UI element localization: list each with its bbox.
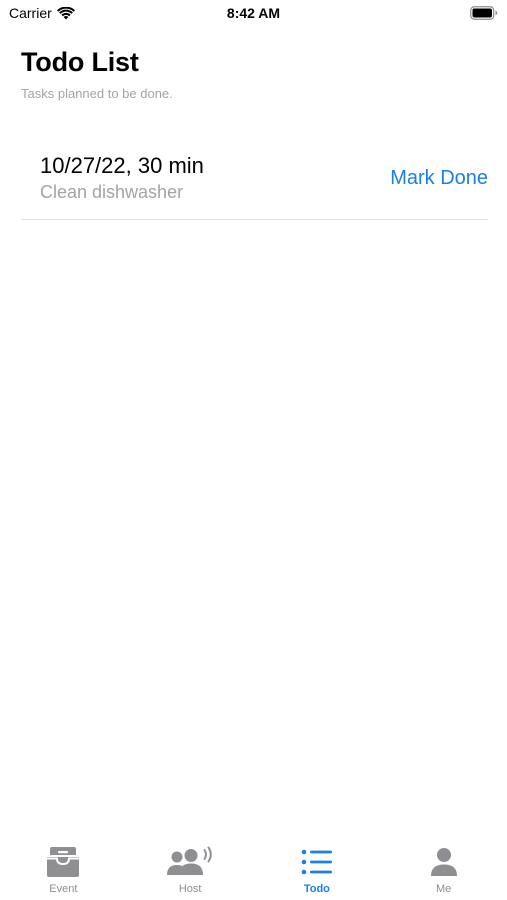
status-bar: Carrier 8:42 AM	[0, 0, 507, 28]
page-subtitle: Tasks planned to be done.	[21, 86, 173, 101]
tab-bar: Event Host Todo Me	[0, 836, 507, 900]
task-list: 10/27/22, 30 min Clean dishwasher Mark D…	[21, 138, 488, 220]
clock: 8:42 AM	[226, 5, 281, 21]
mark-done-button[interactable]: Mark Done	[390, 166, 488, 190]
person-icon	[430, 844, 458, 880]
battery-icon	[470, 6, 498, 20]
tab-me[interactable]: Me	[380, 836, 507, 900]
list-icon	[301, 844, 333, 880]
tab-host[interactable]: Host	[127, 836, 254, 900]
tray-icon	[46, 844, 80, 880]
task-row: 10/27/22, 30 min Clean dishwasher Mark D…	[21, 138, 488, 220]
task-date-duration: 10/27/22, 30 min	[40, 153, 204, 178]
task-description: Clean dishwasher	[40, 182, 184, 202]
tab-host-label: Host	[178, 883, 202, 895]
tab-todo-label: Todo	[303, 883, 330, 895]
tab-me-label: Me	[435, 883, 452, 895]
people-broadcast-icon	[166, 844, 214, 880]
todo-screen: Carrier 8:42 AM Todo List Tasks planned …	[0, 0, 507, 900]
page-title: Todo List	[21, 47, 139, 77]
tab-todo[interactable]: Todo	[254, 836, 381, 900]
tab-event[interactable]: Event	[0, 836, 127, 900]
tab-event-label: Event	[49, 883, 78, 895]
